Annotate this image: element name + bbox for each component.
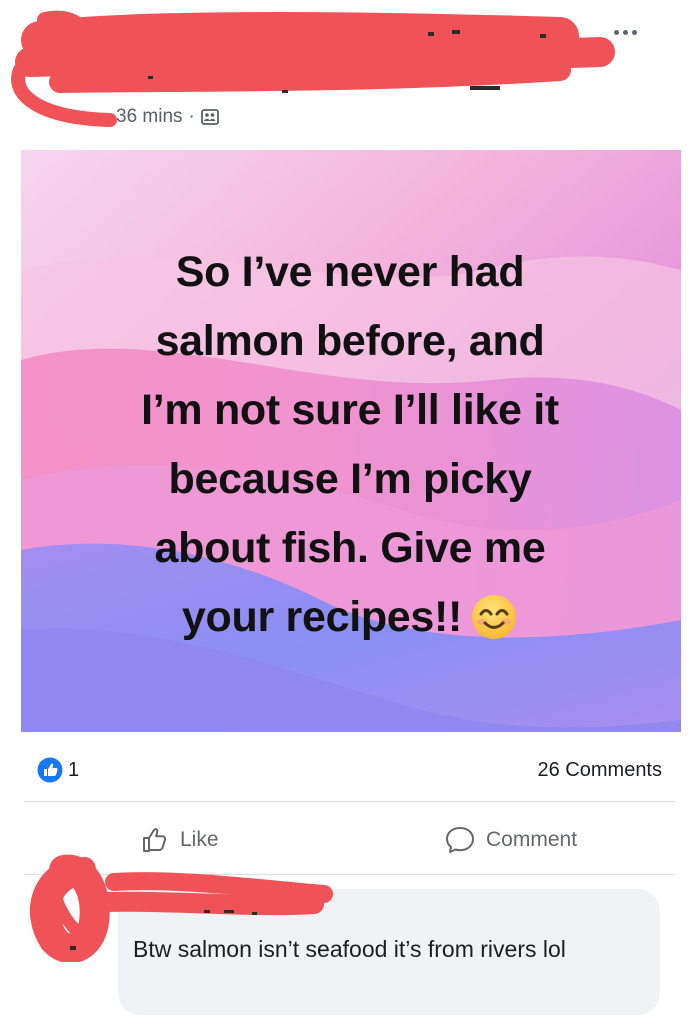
post-text-last-line: your recipes!! xyxy=(60,583,640,652)
like-reaction-icon[interactable] xyxy=(37,757,63,783)
more-options-icon[interactable] xyxy=(612,22,656,42)
speech-bubble-icon xyxy=(446,827,474,853)
post-meta: 36 mins · xyxy=(116,104,219,130)
post-text: So I’ve never had salmon before, and I’m… xyxy=(60,238,640,652)
redacted-author-name xyxy=(11,10,615,127)
post-text-line: your recipes!! xyxy=(181,593,463,641)
meta-separator: · xyxy=(188,106,195,127)
comment-button[interactable]: Comment xyxy=(444,818,577,862)
redacted-commenter xyxy=(30,854,333,962)
comments-count[interactable]: 26 Comments xyxy=(538,756,663,784)
smiling-face-icon xyxy=(472,594,517,639)
comment-label: Comment xyxy=(486,828,578,851)
post-text-line: because I’m picky xyxy=(168,455,532,503)
reaction-count[interactable]: 1 xyxy=(68,756,79,784)
like-label: Like xyxy=(180,828,219,851)
post-text-line: about fish. Give me xyxy=(154,524,546,572)
divider xyxy=(24,801,676,802)
post-text-line: salmon before, and xyxy=(155,317,545,365)
thumbs-up-icon xyxy=(143,828,167,852)
post-timestamp[interactable]: 36 mins xyxy=(116,106,183,128)
post-text-line: I’m not sure I’ll like it xyxy=(141,386,559,434)
friends-album-icon[interactable] xyxy=(200,109,219,125)
post-text-line: So I’ve never had xyxy=(175,248,525,296)
